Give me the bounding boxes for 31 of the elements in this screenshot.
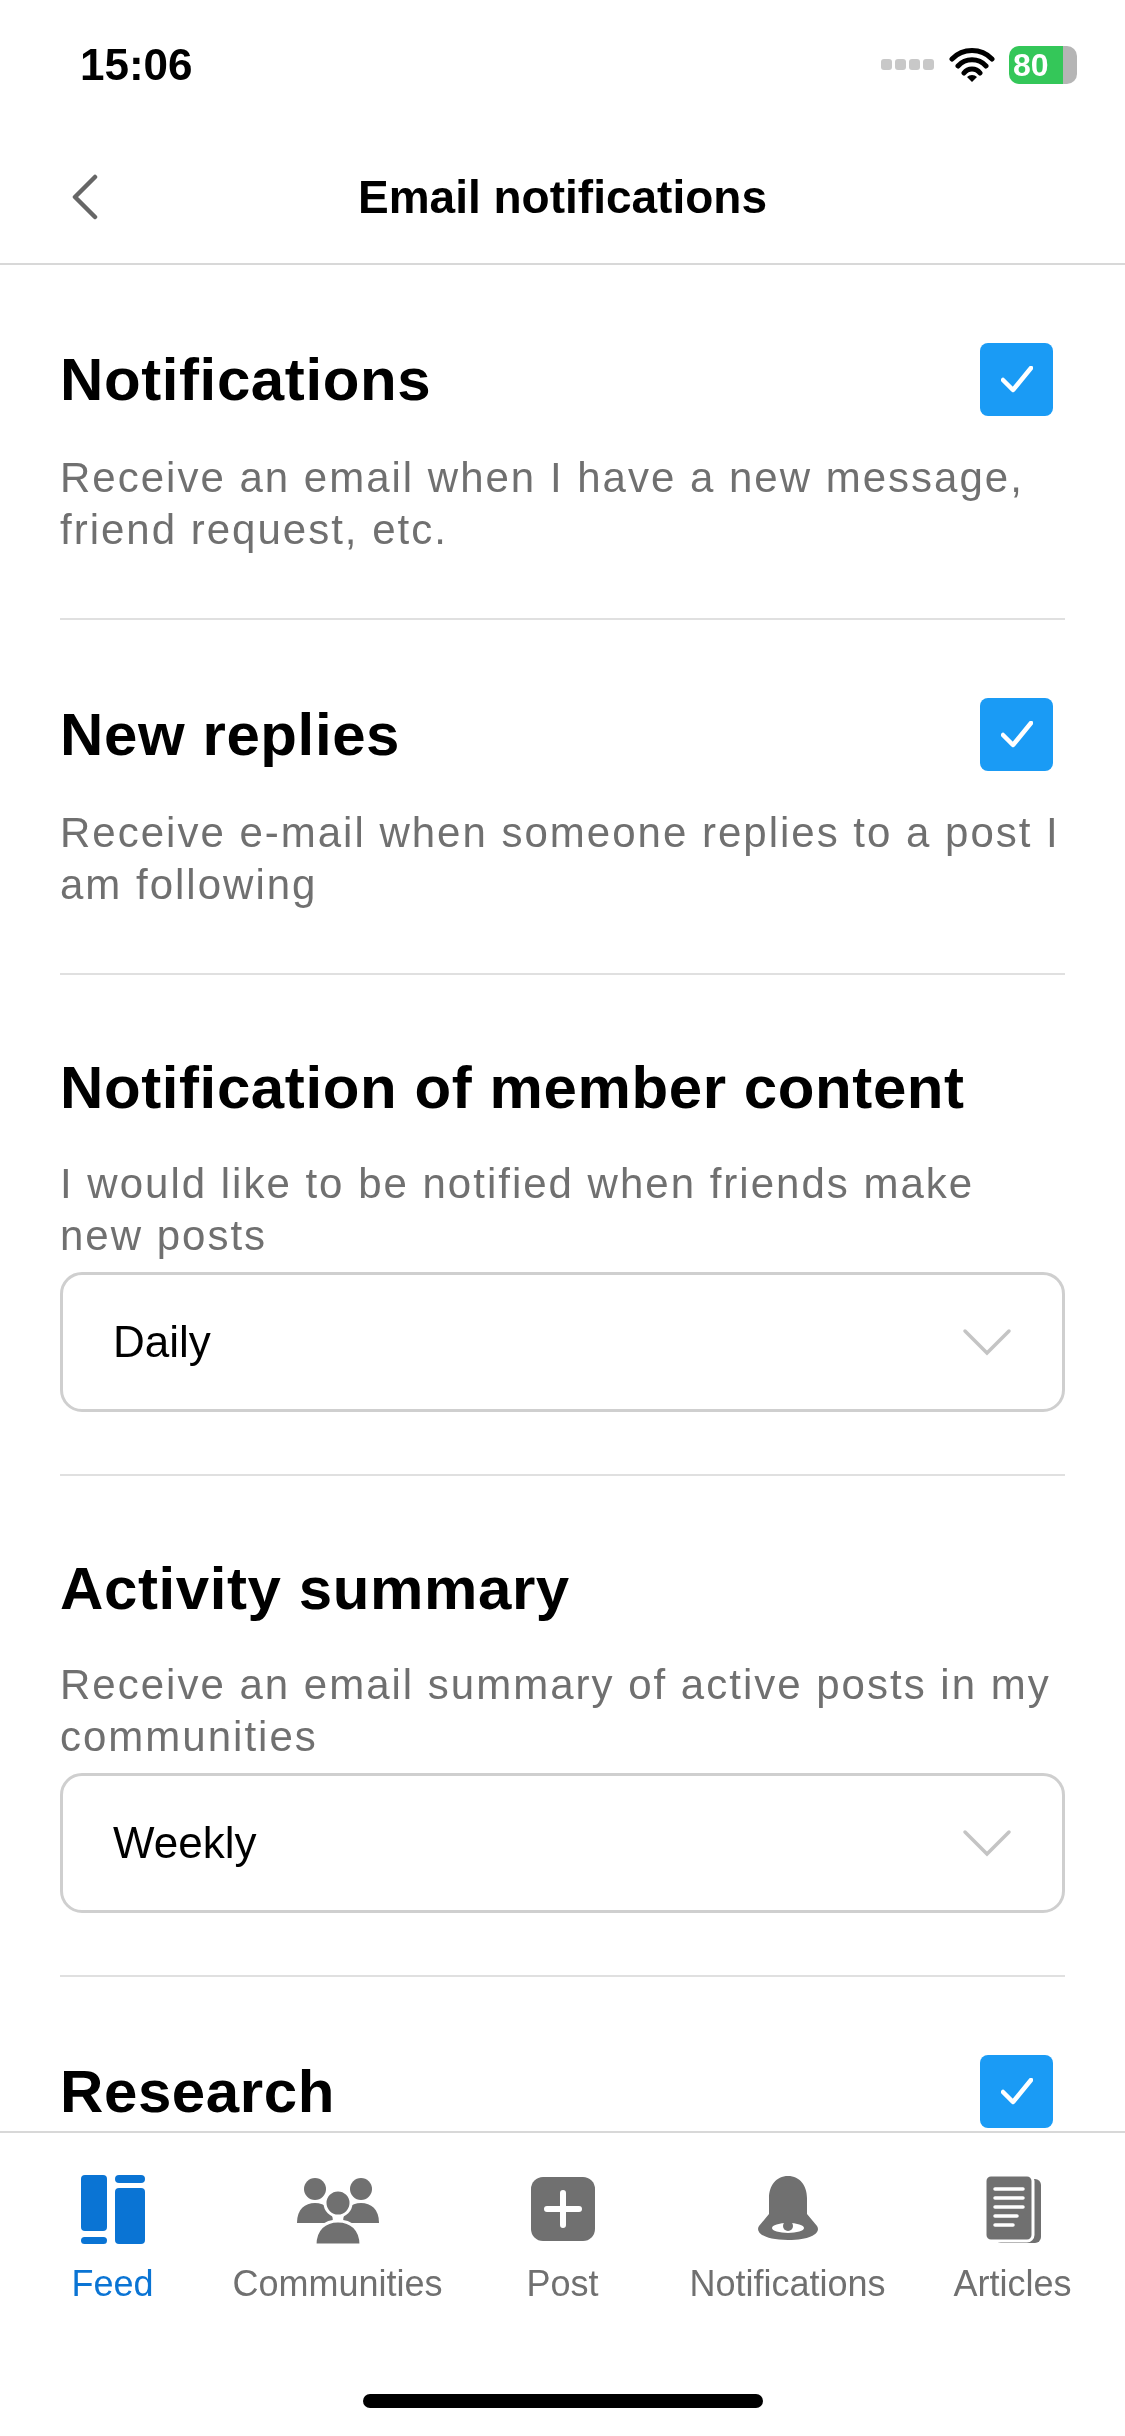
signal-icon: [881, 58, 935, 72]
section-title: Activity summary: [60, 1554, 570, 1623]
tab-bar-item[interactable]: Articles: [900, 2169, 1125, 2305]
section-title: Research: [60, 2057, 335, 2126]
tab-bar-item[interactable]: Notifications: [675, 2169, 900, 2305]
plus-square-icon: [530, 2177, 595, 2241]
section-description: Receive an email when I have a new message, friend request, etc.: [60, 453, 1025, 555]
checkmark-icon: [1000, 2077, 1033, 2106]
battery-icon: 80: [1009, 46, 1077, 84]
chevron-down-icon: [962, 1328, 1012, 1356]
checkbox[interactable]: [980, 2055, 1053, 2128]
dropdown[interactable]: Weekly: [60, 1773, 1065, 1913]
checkbox[interactable]: [980, 343, 1053, 416]
section-description: Receive e-mail when someone replies to a post I am following: [60, 808, 1061, 910]
checkmark-icon: [1000, 720, 1033, 749]
section-title: Notifications: [60, 345, 432, 414]
checkmark-icon: [1000, 365, 1033, 394]
tab-bar-item[interactable]: Feed: [0, 2169, 225, 2305]
dropdown[interactable]: Daily: [60, 1272, 1065, 1412]
wifi-icon: [949, 47, 995, 83]
tab-bar-item[interactable]: Post: [450, 2169, 675, 2305]
section-title: New replies: [60, 700, 401, 769]
section-description: I would like to be notified when friends make new posts: [60, 1159, 976, 1261]
section-description: Receive an email summary of active posts in my communities: [60, 1660, 1052, 1762]
section-title: Notification of member content: [60, 1053, 965, 1122]
checkbox[interactable]: [980, 698, 1053, 771]
chevron-left-icon: [71, 174, 99, 220]
chevron-down-icon: [962, 1829, 1012, 1857]
screen-title: Email notifications: [358, 169, 767, 224]
status-time: 15:06: [80, 40, 193, 90]
tab-bar-item[interactable]: Communities: [225, 2169, 450, 2305]
